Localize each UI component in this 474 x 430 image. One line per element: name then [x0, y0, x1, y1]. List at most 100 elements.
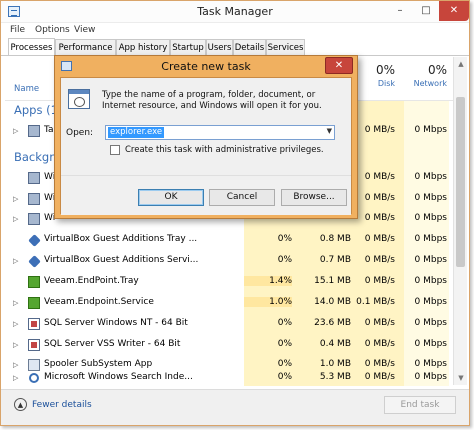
fewer-details-link[interactable]: Fewer details	[32, 400, 92, 410]
system-process-icon	[28, 193, 40, 205]
process-row[interactable]: ▷ Microsoft Windows Search Inde... 0% 5.…	[1, 368, 469, 386]
expand-chevron-icon[interactable]: ▷	[13, 374, 18, 382]
process-name: Microsoft Windows Search Inde...	[44, 372, 193, 382]
process-disk: 0 MB/s	[364, 372, 395, 382]
scroll-down-arrow-icon[interactable]: ▼	[454, 371, 468, 385]
process-row[interactable]: ▷ VirtualBox Guest Additions Servi... 0%…	[1, 251, 469, 272]
cancel-button[interactable]: Cancel	[209, 189, 275, 206]
network-column-label: Network	[413, 79, 447, 88]
process-name: Veeam.EndPoint.Tray	[44, 276, 139, 286]
expand-chevron-icon[interactable]: ▷	[13, 341, 18, 349]
vertical-scrollbar[interactable]: ▲ ▼	[453, 57, 467, 385]
process-network: 0 Mbps	[414, 339, 447, 349]
menu-options[interactable]: Options	[35, 25, 70, 35]
process-cpu: 0%	[277, 339, 292, 349]
minimize-button[interactable]: –	[387, 1, 413, 21]
scrollbar-thumb[interactable]	[456, 97, 465, 267]
menu-file[interactable]: File	[10, 25, 25, 35]
tab-performance[interactable]: Performance	[55, 39, 116, 55]
process-disk: 0 MB/s	[364, 234, 395, 244]
search-indexer-icon	[29, 373, 39, 383]
browse-button[interactable]: Browse...	[281, 189, 347, 206]
tab-processes[interactable]: Processes	[8, 38, 55, 55]
process-cpu: 0%	[277, 318, 292, 328]
menu-bar: File Options View	[1, 23, 469, 38]
admin-privileges-checkbox[interactable]	[110, 145, 120, 155]
expand-chevron-icon[interactable]: ▷	[13, 215, 18, 223]
scroll-up-arrow-icon[interactable]: ▲	[454, 57, 468, 71]
process-cpu: 1.4%	[244, 276, 292, 286]
process-row[interactable]: Veeam.EndPoint.Tray 1.4% 15.1 MB 0 MB/s …	[1, 272, 469, 293]
column-header-name[interactable]: Name	[14, 84, 39, 94]
process-memory: 0.4 MB	[319, 339, 351, 349]
process-row[interactable]: ▷ SQL Server Windows NT - 64 Bit 0% 23.6…	[1, 314, 469, 335]
create-new-task-dialog: Create new task ✕ Type the name of a pro…	[54, 55, 358, 219]
process-name: SQL Server Windows NT - 64 Bit	[44, 318, 188, 328]
process-row[interactable]: VirtualBox Guest Additions Tray ... 0% 0…	[1, 230, 469, 251]
process-name: Veeam.Endpoint.Service	[44, 297, 154, 307]
column-header-network[interactable]: 0% Network	[401, 63, 447, 88]
process-row[interactable]: ▷ Veeam.Endpoint.Service 1.0% 14.0 MB 0.…	[1, 293, 469, 314]
maximize-button[interactable]: □	[413, 1, 439, 21]
tab-app-history[interactable]: App history	[116, 39, 170, 55]
sql-server-icon	[28, 318, 40, 330]
close-button[interactable]: ✕	[439, 1, 469, 21]
process-disk: 0 MB/s	[364, 255, 395, 265]
admin-privileges-label[interactable]: Create this task with administrative pri…	[125, 145, 324, 155]
tab-users[interactable]: Users	[206, 39, 233, 55]
process-network: 0 Mbps	[414, 172, 447, 182]
open-combobox[interactable]: explorer.exe ▼	[105, 125, 335, 140]
process-name: VirtualBox Guest Additions Servi...	[44, 255, 199, 265]
tab-details[interactable]: Details	[233, 39, 266, 55]
chevron-up-icon[interactable]: ▲	[14, 398, 27, 411]
process-network: 0 Mbps	[414, 372, 447, 382]
end-task-button[interactable]: End task	[384, 396, 456, 414]
ok-button[interactable]: OK	[138, 189, 204, 206]
process-cpu: 0%	[277, 255, 292, 265]
expand-chevron-icon[interactable]: ▷	[13, 320, 18, 328]
process-cpu: 1.0%	[244, 297, 292, 307]
tab-strip: Processes Performance App history Startu…	[8, 38, 468, 55]
expand-chevron-icon[interactable]: ▷	[13, 127, 18, 135]
expand-chevron-icon[interactable]: ▷	[13, 195, 18, 203]
process-network: 0 Mbps	[414, 213, 447, 223]
veeam-icon	[28, 297, 40, 309]
process-disk: 0 MB/s	[364, 339, 395, 349]
chevron-down-icon[interactable]: ▼	[327, 127, 332, 135]
dialog-message: Type the name of a program, folder, docu…	[102, 90, 322, 111]
virtualbox-icon	[28, 234, 41, 247]
tab-startup[interactable]: Startup	[170, 39, 206, 55]
process-name: VirtualBox Guest Additions Tray ...	[44, 234, 198, 244]
process-cpu: 0%	[277, 234, 292, 244]
dialog-close-button[interactable]: ✕	[325, 57, 353, 74]
veeam-icon	[28, 276, 40, 288]
process-memory: 0.7 MB	[319, 255, 351, 265]
dialog-title: Create new task	[161, 60, 251, 73]
open-label: Open:	[66, 128, 94, 138]
section-apps: Apps (1	[14, 103, 58, 117]
dialog-title-bar: Create new task ✕	[55, 56, 357, 77]
system-process-icon	[28, 172, 40, 184]
process-memory: 0.8 MB	[319, 234, 351, 244]
tab-services[interactable]: Services	[266, 39, 305, 55]
process-disk: 0 MB/s	[364, 276, 395, 286]
process-name: Ta	[44, 125, 54, 135]
sql-server-icon	[28, 339, 40, 351]
title-bar: Task Manager – □ ✕	[1, 1, 469, 23]
process-network: 0 Mbps	[414, 318, 447, 328]
task-manager-icon	[28, 125, 40, 137]
process-network: 0 Mbps	[414, 193, 447, 203]
expand-chevron-icon[interactable]: ▷	[13, 299, 18, 307]
menu-view[interactable]: View	[74, 25, 95, 35]
process-memory: 5.3 MB	[319, 372, 351, 382]
virtualbox-icon	[28, 255, 41, 268]
run-program-icon	[68, 89, 90, 109]
process-cpu: 0%	[277, 372, 292, 382]
process-disk: 0 MB/s	[364, 318, 395, 328]
footer-bar: ▲ Fewer details End task	[1, 389, 469, 425]
open-input-value[interactable]: explorer.exe	[108, 127, 165, 138]
process-row[interactable]: ▷ SQL Server VSS Writer - 64 Bit 0% 0.4 …	[1, 335, 469, 356]
process-network: 0 Mbps	[414, 125, 447, 135]
expand-chevron-icon[interactable]: ▷	[13, 257, 18, 265]
process-name: SQL Server VSS Writer - 64 Bit	[44, 339, 181, 349]
